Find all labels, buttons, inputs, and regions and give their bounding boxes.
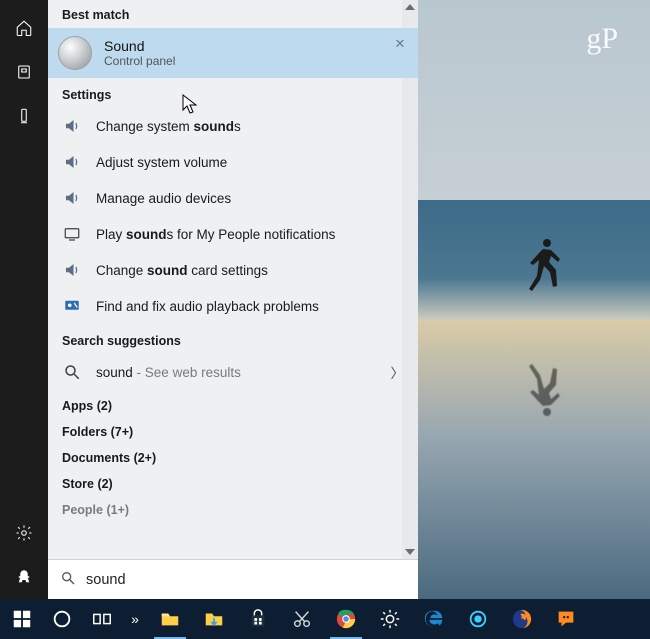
search-icon bbox=[62, 362, 82, 382]
taskbar-feedback[interactable] bbox=[544, 599, 588, 639]
taskbar-overflow-icon[interactable]: » bbox=[122, 611, 148, 627]
start-button[interactable] bbox=[2, 599, 42, 639]
runner-silhouette bbox=[525, 235, 565, 305]
search-icon bbox=[60, 570, 76, 589]
troubleshoot-icon bbox=[62, 296, 82, 316]
taskbar-firefox[interactable] bbox=[500, 599, 544, 639]
header-settings: Settings bbox=[48, 78, 418, 108]
rail-feedback[interactable] bbox=[0, 555, 48, 599]
start-rail bbox=[0, 0, 48, 599]
rail-settings[interactable] bbox=[0, 511, 48, 555]
category-apps[interactable]: Apps (2) bbox=[48, 390, 418, 416]
results-scrollbar[interactable] bbox=[402, 0, 418, 559]
category-documents[interactable]: Documents (2+) bbox=[48, 442, 418, 468]
taskbar-brightness[interactable] bbox=[368, 599, 412, 639]
taskbar-chrome[interactable] bbox=[324, 599, 368, 639]
header-search-suggestions: Search suggestions bbox=[48, 324, 418, 354]
rail-home[interactable] bbox=[0, 6, 48, 50]
settings-item-sound-card[interactable]: Change sound card settings bbox=[48, 252, 418, 288]
best-match-subtitle: Control panel bbox=[104, 54, 175, 68]
search-box[interactable] bbox=[48, 559, 418, 599]
task-view-button[interactable] bbox=[82, 599, 122, 639]
settings-item-manage-audio-devices[interactable]: Manage audio devices bbox=[48, 180, 418, 216]
speaker-icon bbox=[62, 188, 82, 208]
watermark-logo: gP bbox=[586, 22, 618, 56]
taskbar-edge[interactable] bbox=[412, 599, 456, 639]
settings-item-change-system-sounds[interactable]: Change system sounds bbox=[48, 108, 418, 144]
speaker-icon bbox=[62, 116, 82, 136]
category-store[interactable]: Store (2) bbox=[48, 468, 418, 494]
category-people[interactable]: People (1+) bbox=[48, 494, 418, 520]
taskbar-file-explorer[interactable] bbox=[148, 599, 192, 639]
best-match-result[interactable]: Sound Control panel ✕ bbox=[48, 28, 418, 78]
best-match-dismiss[interactable]: ✕ bbox=[390, 34, 410, 54]
search-input[interactable] bbox=[86, 572, 406, 588]
runner-reflection bbox=[525, 350, 565, 420]
cortana-button[interactable] bbox=[42, 599, 82, 639]
speaker-icon bbox=[62, 152, 82, 172]
search-results-pane: Best match Sound Control panel ✕ Setting… bbox=[48, 0, 418, 599]
settings-item-adjust-volume[interactable]: Adjust system volume bbox=[48, 144, 418, 180]
taskbar-store[interactable] bbox=[236, 599, 280, 639]
rail-devices[interactable] bbox=[0, 94, 48, 138]
speaker-icon bbox=[62, 260, 82, 280]
taskbar-camera[interactable] bbox=[456, 599, 500, 639]
taskbar-downloads[interactable] bbox=[192, 599, 236, 639]
settings-item-troubleshoot-audio[interactable]: Find and fix audio playback problems bbox=[48, 288, 418, 324]
web-suggestion-sound[interactable]: sound - See web results 〉 bbox=[48, 354, 418, 390]
taskbar: » bbox=[0, 599, 650, 639]
display-icon bbox=[62, 224, 82, 244]
header-best-match: Best match bbox=[48, 0, 418, 28]
settings-item-my-people-sounds[interactable]: Play sounds for My People notifications bbox=[48, 216, 418, 252]
category-folders[interactable]: Folders (7+) bbox=[48, 416, 418, 442]
start-search-panel: Best match Sound Control panel ✕ Setting… bbox=[0, 0, 418, 599]
rail-apps[interactable] bbox=[0, 50, 48, 94]
taskbar-snip[interactable] bbox=[280, 599, 324, 639]
sound-cpl-icon bbox=[58, 36, 92, 70]
best-match-title: Sound bbox=[104, 38, 175, 54]
